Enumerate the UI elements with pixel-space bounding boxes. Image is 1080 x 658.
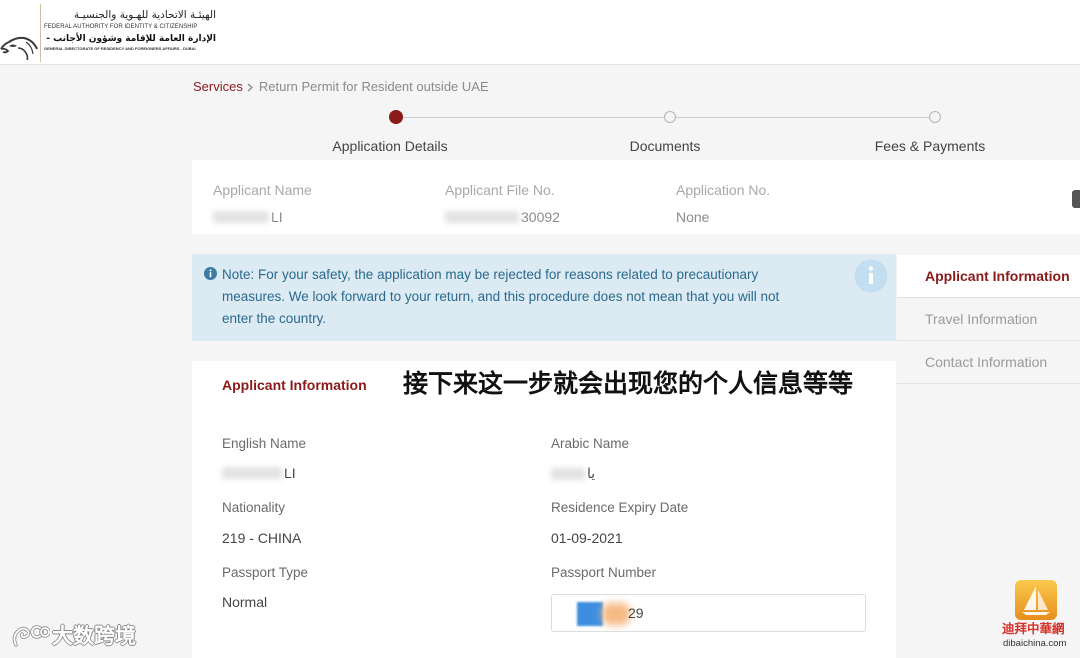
- site-header: الهيئـة الاتحادية للهـوية والجنسيـة FEDE…: [0, 0, 1080, 65]
- directorate-name-english: GENERAL DIRECTORATE OF RESIDENCY AND FOR…: [44, 46, 196, 51]
- breadcrumb: Services Return Permit for Resident outs…: [193, 79, 489, 95]
- arabic-name-label: Arabic Name: [551, 436, 630, 451]
- nationality-label: Nationality: [222, 500, 286, 515]
- weibo-swirl-icon: [12, 625, 50, 647]
- breadcrumb-current-page: Return Permit for Resident outside UAE: [258, 79, 489, 94]
- watermark-right-name: 迪拜中華網: [1002, 621, 1065, 636]
- note-line: enter the country.: [222, 311, 327, 326]
- applicant-file-no-text: 30092: [521, 209, 560, 225]
- redaction-blur: [445, 211, 519, 223]
- authority-logo[interactable]: الهيئـة الاتحادية للهـوية والجنسيـة FEDE…: [0, 0, 218, 64]
- residence-expiry-label: Residence Expiry Date: [551, 500, 689, 515]
- step-label-fees-payments: Fees & Payments: [874, 138, 986, 154]
- redaction-blur: [551, 468, 585, 480]
- falcon-icon: [0, 36, 38, 60]
- section-side-nav: Applicant Information Travel Information…: [897, 255, 1080, 384]
- redaction-blur: [222, 467, 282, 479]
- applicant-information-card: Applicant Information 接下来这一步就会出现您的个人信息等等…: [192, 361, 896, 658]
- page: الهيئـة الاتحادية للهـوية والجنسيـة FEDE…: [0, 0, 1080, 658]
- breadcrumb-services-link[interactable]: Services: [193, 79, 243, 95]
- application-summary-card: Applicant Name LI Applicant File No. 300…: [192, 160, 1080, 234]
- nationality-value: 219 - CHINA: [222, 530, 302, 546]
- step-marker-fees-payments: [929, 111, 941, 123]
- directorate-name-arabic: الإدارة العامة للإقامة وشؤون الأجانب - د…: [44, 34, 216, 44]
- english-name-value: LI: [222, 465, 296, 481]
- english-name-text: LI: [284, 465, 296, 481]
- section-title: Applicant Information: [222, 377, 367, 393]
- logo-divider: [40, 4, 41, 62]
- passport-number-field[interactable]: 29: [551, 594, 866, 632]
- applicant-file-no-value: 30092: [445, 209, 560, 225]
- note-line: measures. We look forward to your return…: [222, 289, 780, 304]
- nav-item-contact-information[interactable]: Contact Information: [897, 341, 1080, 384]
- watermark-right-site: dibaichina.com: [1003, 638, 1067, 649]
- authority-name-english: FEDERAL AUTHORITY FOR IDENTITY & CITIZEN…: [44, 24, 198, 30]
- redaction-blur: [602, 603, 630, 625]
- step-label-documents: Documents: [629, 138, 701, 154]
- applicant-name-value: LI: [213, 209, 283, 225]
- application-no-value: None: [676, 209, 710, 225]
- overlay-caption: 接下来这一步就会出现您的个人信息等等: [403, 369, 854, 398]
- application-no-label: Application No.: [676, 182, 771, 198]
- english-name-label: English Name: [222, 436, 307, 451]
- redaction-blur: [577, 602, 603, 626]
- progress-stepper: Application Details Documents Fees & Pay…: [0, 100, 1080, 160]
- step-marker-application-details: [389, 110, 403, 124]
- step-label-application-details: Application Details: [332, 138, 448, 154]
- applicant-file-no-label: Applicant File No.: [445, 182, 555, 198]
- info-large-icon: [854, 259, 888, 293]
- sailboat-logo-icon: [1015, 580, 1057, 620]
- watermark-left-text: 大数跨境: [52, 624, 136, 648]
- sailboat-icon: [1022, 586, 1050, 615]
- nav-item-travel-information[interactable]: Travel Information: [897, 298, 1080, 341]
- note-text: Note: For your safety, the application m…: [222, 264, 779, 330]
- applicant-name-text: LI: [271, 209, 283, 225]
- chevron-right-icon: [247, 83, 253, 91]
- redaction-blur: [213, 211, 269, 223]
- step-marker-documents: [664, 111, 676, 123]
- applicant-name-label: Applicant Name: [213, 182, 312, 198]
- note-line: Note: For your safety, the application m…: [222, 267, 759, 282]
- arabic-name-text: يا: [587, 466, 596, 482]
- nav-item-applicant-information[interactable]: Applicant Information: [897, 255, 1080, 298]
- arabic-name-value: يا: [551, 466, 595, 482]
- passport-number-text: 29: [628, 605, 644, 621]
- authority-name-arabic: الهيئـة الاتحادية للهـوية والجنسيـة: [74, 9, 216, 21]
- passport-type-value: Normal: [222, 594, 268, 610]
- passport-type-label: Passport Type: [222, 565, 309, 580]
- summary-toggle-button[interactable]: [1072, 190, 1080, 208]
- safety-note-alert: Note: For your safety, the application m…: [192, 254, 896, 341]
- info-circle-icon: [204, 267, 217, 280]
- residence-expiry-value: 01-09-2021: [551, 530, 623, 546]
- passport-number-label: Passport Number: [551, 565, 657, 580]
